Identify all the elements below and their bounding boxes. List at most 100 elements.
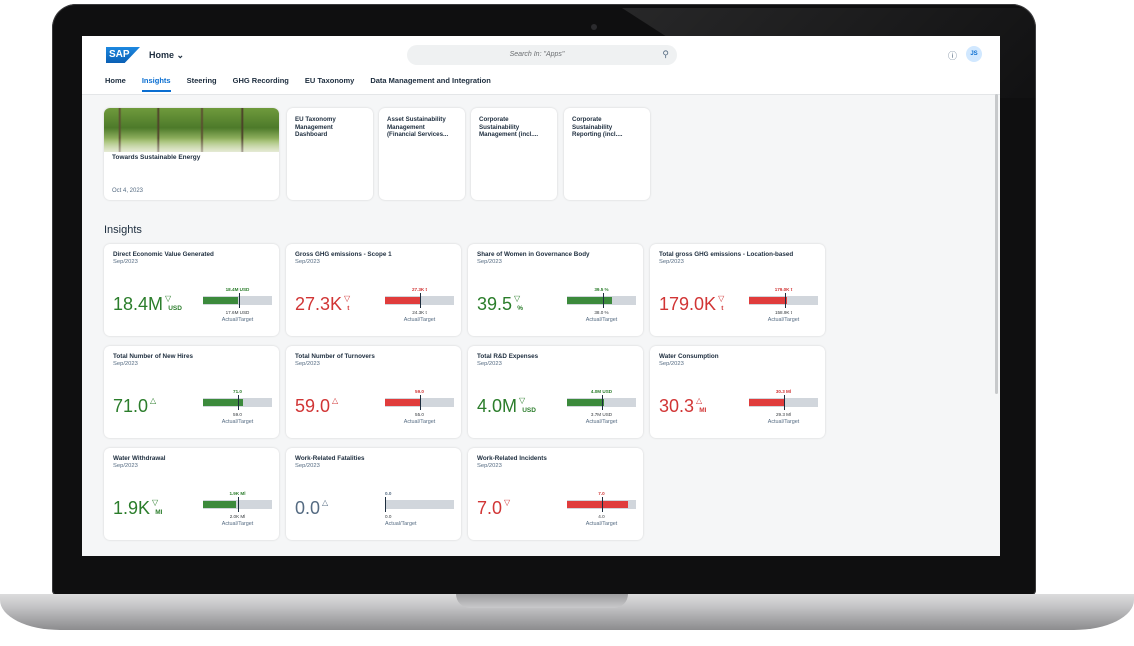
trend-indicator-icon: ▽ (344, 294, 351, 303)
app-tile-label: Corporate Sustainability Reporting (incl… (572, 116, 623, 138)
bullet-actual-bar (385, 399, 421, 406)
bullet-target-marker (784, 293, 786, 308)
kpi-value-number: 30.3 (659, 396, 695, 416)
shell-bar: SAP Home ⌄ Search In: "Apps" ⚲ ⓘ JS Home… (82, 36, 1000, 95)
tab-data-management[interactable]: Data Management and Integration (370, 74, 490, 94)
kpi-title: Gross GHG emissions - Scope 1 (295, 251, 392, 258)
kpi-period: Sep/2023 (295, 463, 320, 469)
kpi-value: 0.0 △ (295, 498, 328, 522)
target-label: 3.7M USD (590, 412, 613, 417)
actual-target-caption: Actual/Target (221, 521, 254, 527)
app-tile-corporate-sustainability-management[interactable]: Corporate Sustainability Management (inc… (471, 108, 557, 200)
kpi-title: Share of Women in Governance Body (477, 251, 590, 258)
trend-indicator-icon: △ (332, 396, 339, 405)
kpi-title: Water Consumption (659, 353, 719, 360)
tab-ghg-recording[interactable]: GHG Recording (233, 74, 289, 94)
kpi-title: Total R&D Expenses (477, 353, 539, 360)
search-icon[interactable]: ⚲ (662, 49, 669, 60)
target-label: 0.0 (385, 514, 392, 519)
kpi-period: Sep/2023 (295, 259, 320, 265)
kpi-value: 71.0 △ (113, 396, 156, 420)
page-scrollbar[interactable] (995, 94, 998, 394)
kpi-period: Sep/2023 (295, 361, 320, 367)
kpi-title: Direct Economic Value Generated (113, 251, 214, 258)
kpi-value-number: 39.5 (477, 294, 513, 314)
actual-target-caption: Actual/Target (385, 521, 417, 527)
sap-logo[interactable]: SAP (106, 47, 140, 63)
trend-indicator-icon: ▽ (165, 294, 172, 303)
kpi-card[interactable]: Total gross GHG emissions - Location-bas… (650, 244, 825, 336)
home-menu-button[interactable]: Home ⌄ (149, 50, 184, 61)
bullet-chart (567, 395, 636, 410)
tab-steering[interactable]: Steering (187, 74, 217, 94)
kpi-card[interactable]: Water Consumption Sep/2023 30.3 △ Ml 30.3 Ml 2… (650, 346, 825, 438)
tab-insights[interactable]: Insights (141, 74, 171, 94)
kpi-title: Total Number of Turnovers (295, 353, 375, 360)
kpi-card[interactable]: Total R&D Expenses Sep/2023 4.0M ▽ USD 4.0M U… (468, 346, 643, 438)
bullet-actual-bar (567, 297, 612, 304)
kpi-value-number: 0.0 (295, 498, 321, 518)
kpi-value: 4.0M ▽ USD (477, 396, 536, 421)
bullet-actual-bar (567, 501, 628, 508)
kpi-title: Work-Related Fatalities (295, 455, 365, 462)
kpi-period: Sep/2023 (113, 463, 138, 469)
bullet-target-marker (419, 395, 421, 410)
bullet-target-marker (237, 497, 239, 512)
app-tile-asset-sustainability[interactable]: Asset Sustainability Management (Financi… (379, 108, 465, 200)
news-tile[interactable]: Towards Sustainable Energy Oct 4, 2023 (104, 108, 279, 200)
tab-eu-taxonomy[interactable]: EU Taxonomy (305, 74, 354, 94)
trend-indicator-icon: ▽ (519, 396, 526, 405)
avatar[interactable]: JS (966, 46, 982, 62)
target-label: 4.0 (598, 514, 605, 519)
actual-target-caption: Actual/Target (585, 521, 618, 527)
trend-indicator-icon: △ (696, 396, 703, 405)
help-icon[interactable]: ⓘ (948, 49, 957, 62)
bullet-chart (567, 293, 636, 308)
actual-label: 59.0 (415, 389, 424, 394)
tab-bar: Home Insights Steering GHG Recording EU … (105, 74, 491, 94)
kpi-card[interactable]: Total Number of Turnovers Sep/2023 59.0 △ 59… (286, 346, 461, 438)
bullet-target-marker (601, 395, 603, 410)
bullet-actual-bar (385, 297, 421, 304)
tab-home[interactable]: Home (105, 74, 126, 94)
bullet-actual-bar (567, 399, 605, 406)
actual-target-caption: Actual/Target (403, 419, 436, 425)
search-field[interactable]: Search In: "Apps" ⚲ (407, 45, 677, 65)
kpi-title: Total gross GHG emissions - Location-bas… (659, 251, 794, 258)
app-tile-corporate-sustainability-reporting[interactable]: Corporate Sustainability Reporting (incl… (564, 108, 650, 200)
kpi-title: Work-Related Incidents (477, 455, 547, 462)
kpi-card[interactable]: Total Number of New Hires Sep/2023 71.0 △ 71… (104, 346, 279, 438)
kpi-unit: Ml (155, 509, 163, 516)
target-label: 55.0 (415, 412, 424, 417)
bullet-target-marker (419, 293, 421, 308)
kpi-period: Sep/2023 (113, 361, 138, 367)
kpi-card[interactable]: Work-Related Fatalities Sep/2023 0.0 △ 0.0 0.… (286, 448, 461, 540)
target-label: 17.6M USD (225, 310, 250, 315)
actual-label: 27.3K t (411, 287, 428, 292)
kpi-period: Sep/2023 (477, 361, 502, 367)
app-tile-eu-taxonomy[interactable]: EU Taxonomy Management Dashboard (287, 108, 373, 200)
kpi-period: Sep/2023 (659, 361, 684, 367)
kpi-card[interactable]: Gross GHG emissions - Scope 1 Sep/2023 27.… (286, 244, 461, 336)
kpi-value: 39.5 ▽% (477, 294, 523, 319)
actual-label: 4.0M USD (590, 389, 613, 394)
news-title: Towards Sustainable Energy (112, 154, 201, 161)
bullet-target-marker (783, 395, 785, 410)
kpi-card[interactable]: Water Withdrawal Sep/2023 1.9K ▽ Ml 1.9K Ml 2.… (104, 448, 279, 540)
kpi-value-number: 59.0 (295, 396, 331, 416)
kpi-card[interactable]: Share of Women in Governance Body Sep/202… (468, 244, 643, 336)
bullet-target-marker (385, 497, 386, 512)
target-label: 158.9K t (774, 310, 793, 315)
kpi-value: 7.0 ▽ (477, 498, 510, 522)
trend-indicator-icon: ▽ (152, 498, 159, 507)
kpi-value-number: 179.0K (659, 294, 717, 314)
kpi-card[interactable]: Work-Related Incidents Sep/2023 7.0 ▽ 7.0 4.0… (468, 448, 643, 540)
kpi-title: Total Number of New Hires (113, 353, 194, 360)
kpi-card[interactable]: Direct Economic Value Generated Sep/2023 1… (104, 244, 279, 336)
kpi-period: Sep/2023 (477, 259, 502, 265)
kpi-value: 179.0K ▽ t (659, 294, 724, 319)
kpi-value-number: 4.0M (477, 396, 518, 416)
actual-label: 71.0 (233, 389, 242, 394)
laptop-notch (456, 594, 628, 608)
kpi-value: 1.9K ▽ Ml (113, 498, 162, 523)
